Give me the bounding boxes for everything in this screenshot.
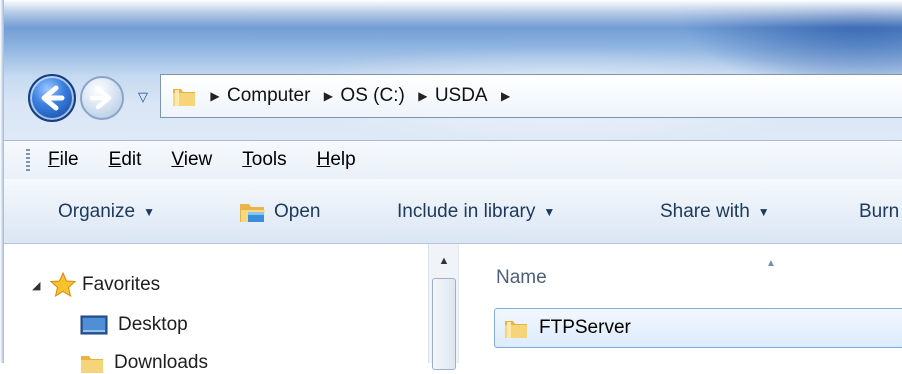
- chevron-down-icon: ▽: [138, 89, 148, 104]
- expand-triangle-icon[interactable]: ◢: [32, 279, 50, 292]
- breadcrumb-separator[interactable]: ▶: [318, 89, 338, 103]
- nav-favorites[interactable]: ◢ Favorites: [32, 272, 160, 298]
- file-row[interactable]: FTPServer: [494, 308, 902, 348]
- menu-file[interactable]: File: [48, 149, 79, 171]
- breadcrumb-usda[interactable]: USDA: [433, 85, 496, 107]
- forward-button[interactable]: [80, 76, 124, 120]
- nav-downloads[interactable]: Downloads: [80, 352, 208, 374]
- nav-desktop[interactable]: Desktop: [80, 314, 188, 336]
- chevron-down-icon: ▼: [543, 205, 556, 219]
- menu-bar: File Edit View Tools Help: [4, 140, 902, 180]
- frame-highlight: [0, 0, 902, 28]
- nav-pane-scrollbar[interactable]: ▲: [428, 244, 459, 370]
- file-list: ▲ Name FTPServer: [466, 244, 902, 363]
- sort-ascending-icon: ▲: [766, 258, 776, 269]
- chevron-down-icon: ▼: [757, 205, 770, 219]
- menu-view[interactable]: View: [171, 149, 212, 171]
- menu-help[interactable]: Help: [317, 149, 356, 171]
- breadcrumb-separator[interactable]: ▶: [205, 89, 225, 103]
- burn-button[interactable]: Burn: [859, 199, 902, 225]
- menu-tools[interactable]: Tools: [242, 149, 286, 171]
- menu-edit[interactable]: Edit: [109, 149, 142, 171]
- breadcrumb-separator[interactable]: ▶: [496, 89, 516, 103]
- column-header-name[interactable]: ▲ Name: [496, 256, 902, 300]
- breadcrumb-computer[interactable]: Computer: [225, 85, 318, 107]
- back-button[interactable]: [28, 74, 76, 122]
- menu-grip: [26, 149, 30, 171]
- folder-icon: [505, 321, 527, 338]
- open-button[interactable]: Open: [238, 199, 320, 225]
- navigation-pane: ◢ Favorites Desktop Downloads: [4, 244, 458, 373]
- command-bar: Organize ▼ Open Include in library ▼ Sha…: [4, 179, 902, 244]
- recent-pages-button[interactable]: ▽: [134, 88, 152, 106]
- file-name: FTPServer: [539, 317, 631, 338]
- folder-icon: [173, 89, 195, 106]
- chevron-down-icon: ▼: [143, 205, 155, 219]
- address-bar[interactable]: ▶ Computer ▶ OS (C:) ▶ USDA ▶: [160, 74, 902, 118]
- share-with-button[interactable]: Share with ▼: [660, 199, 770, 225]
- open-folder-icon: [240, 204, 265, 222]
- back-arrow-icon: [41, 85, 65, 111]
- organize-button[interactable]: Organize ▼: [58, 199, 155, 225]
- star-icon: [50, 272, 76, 298]
- scroll-thumb[interactable]: [432, 278, 456, 370]
- scroll-up-arrow-icon[interactable]: ▲: [429, 250, 459, 272]
- breadcrumb-separator[interactable]: ▶: [413, 89, 433, 103]
- desktop-icon: [80, 315, 108, 335]
- include-in-library-button[interactable]: Include in library ▼: [397, 199, 555, 225]
- forward-arrow-icon: [89, 86, 112, 110]
- breadcrumb-os-c[interactable]: OS (C:): [338, 85, 412, 107]
- downloads-folder-icon: [81, 356, 103, 373]
